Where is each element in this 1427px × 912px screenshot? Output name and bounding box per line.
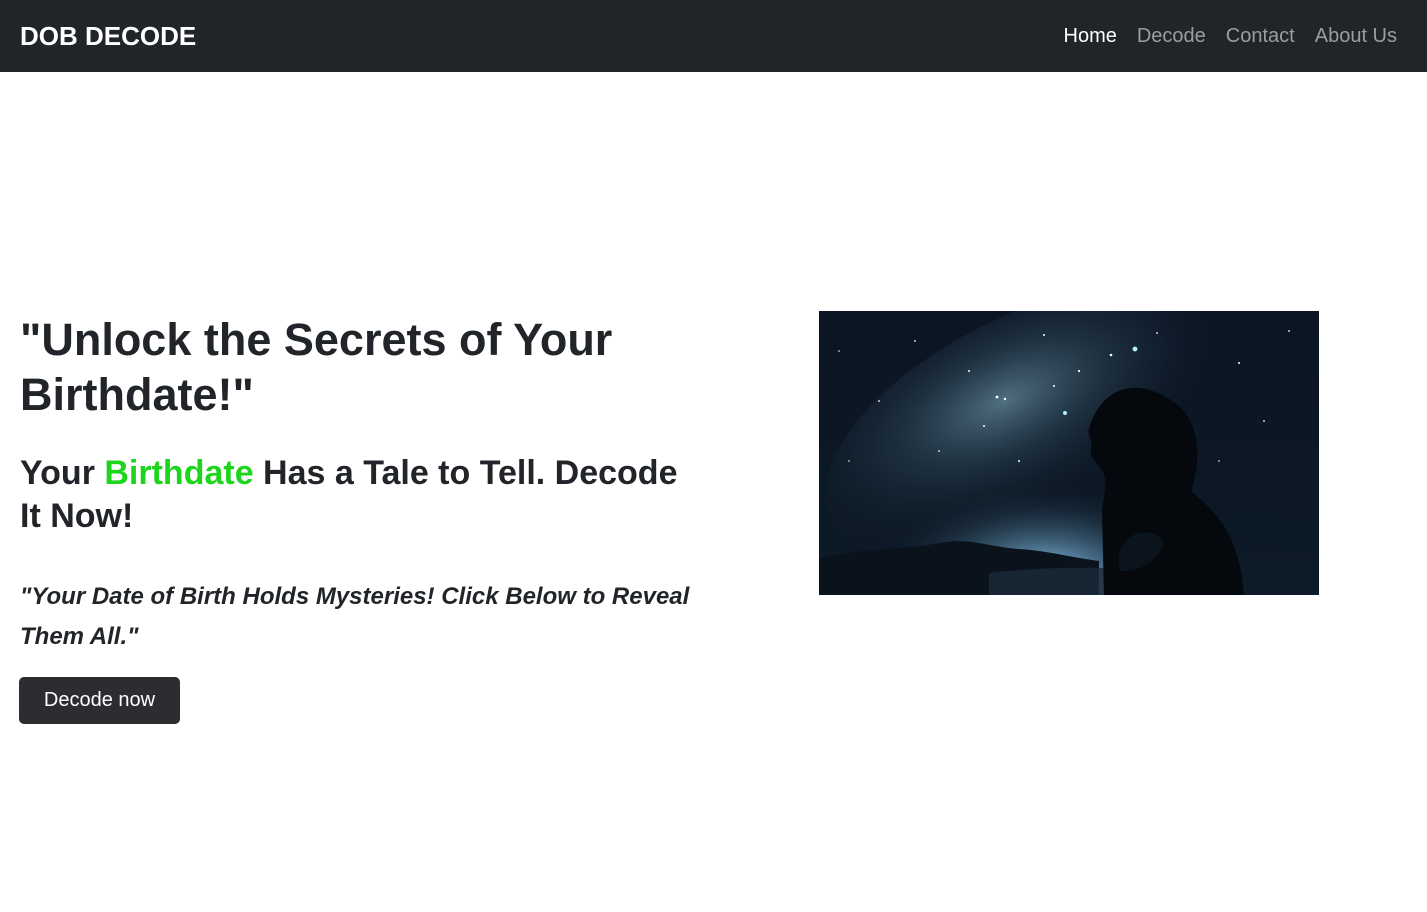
decode-now-button[interactable]: Decode now <box>19 677 180 724</box>
brand-logo[interactable]: DOB DECODE <box>20 21 196 52</box>
nav-item-decode[interactable]: Decode <box>1137 25 1206 48</box>
hero-subtitle: Your Birthdate Has a Tale to Tell. Decod… <box>20 452 700 538</box>
hero-tagline: "Your Date of Birth Holds Mysteries! Cli… <box>20 583 690 650</box>
nav-item-home[interactable]: Home <box>1064 25 1117 48</box>
hero-image <box>819 311 1319 595</box>
starry-sky-woman-image <box>819 311 1319 595</box>
nav-item-about-us[interactable]: About Us <box>1315 25 1397 48</box>
hero-title: "Unlock the Secrets of Your Birthdate!" <box>20 314 613 420</box>
nav-item-contact[interactable]: Contact <box>1226 25 1295 48</box>
navbar: DOB DECODE Home Decode Contact About Us <box>0 0 1427 72</box>
hero-section: "Unlock the Secrets of Your Birthdate!" … <box>19 312 700 724</box>
subtitle-highlight: Birthdate <box>104 454 254 492</box>
nav-links: Home Decode Contact About Us <box>1064 25 1408 48</box>
subtitle-text-before: Your <box>20 454 105 492</box>
